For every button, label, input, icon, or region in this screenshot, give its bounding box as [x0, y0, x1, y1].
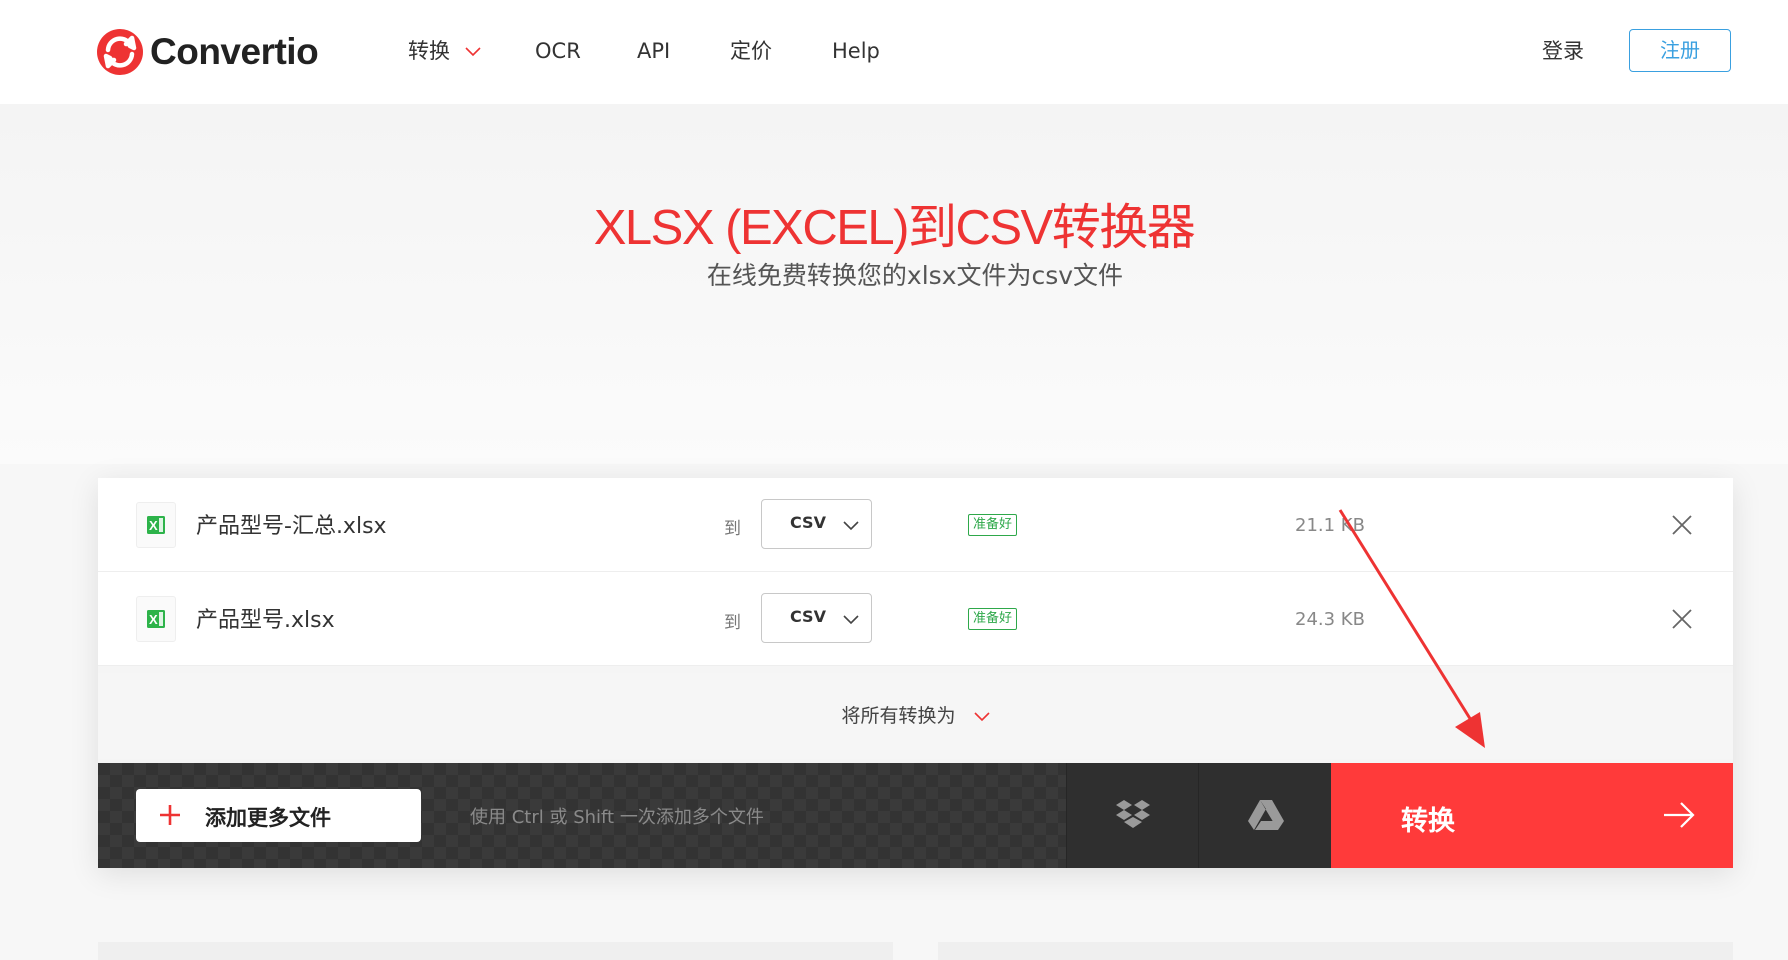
lower-card: [938, 942, 1733, 960]
status-badge: 准备好: [968, 608, 1018, 630]
multi-select-hint: 使用 Ctrl 或 Shift 一次添加多个文件: [470, 807, 764, 828]
nav-api[interactable]: API: [637, 36, 670, 66]
to-label: 到: [724, 613, 741, 633]
file-row: X 产品型号-汇总.xlsx 到 CSV 准备好 21.1 KB: [98, 478, 1733, 572]
svg-text:X: X: [149, 612, 158, 627]
format-select-value: CSV: [790, 607, 826, 626]
login-link[interactable]: 登录: [1542, 36, 1584, 66]
arrow-right-icon: [1664, 802, 1695, 828]
excel-file-icon: X: [136, 596, 176, 642]
page-title: XLSX (EXCEL)到CSV转换器: [593, 201, 1196, 255]
page-subtitle: 在线免费转换您的xlsx文件为csv文件: [706, 261, 1124, 290]
excel-file-icon: X: [136, 502, 176, 548]
convert-all-dropdown[interactable]: 将所有转换为: [98, 673, 1733, 759]
file-name: 产品型号-汇总.xlsx: [196, 514, 387, 539]
dropbox-button[interactable]: [1066, 763, 1199, 868]
chevron-down-icon: [843, 615, 859, 625]
action-bar: 添加更多文件 使用 Ctrl 或 Shift 一次添加多个文件 转换: [98, 763, 1733, 868]
chevron-down-icon: [973, 711, 990, 721]
nav-convert-label: 转换: [408, 39, 450, 63]
file-size: 24.3 KB: [1295, 609, 1365, 630]
close-icon[interactable]: [1670, 607, 1694, 631]
nav-convert[interactable]: 转换: [408, 36, 481, 66]
close-icon[interactable]: [1670, 513, 1694, 537]
lower-card: [98, 942, 893, 960]
nav-pricing[interactable]: 定价: [730, 36, 772, 66]
add-more-files-label: 添加更多文件: [205, 806, 331, 830]
logo-text: Convertio: [150, 31, 319, 72]
file-size: 21.1 KB: [1295, 515, 1365, 536]
chevron-down-icon: [465, 47, 481, 57]
google-drive-button[interactable]: [1198, 763, 1331, 868]
format-select-value: CSV: [790, 513, 826, 532]
site-header: Convertio 转换 OCR API 定价 Help 登录 注册: [0, 0, 1788, 105]
convert-button[interactable]: 转换: [1331, 763, 1733, 868]
svg-text:X: X: [149, 518, 158, 533]
to-label: 到: [724, 519, 741, 539]
file-name: 产品型号.xlsx: [196, 608, 335, 633]
add-more-files-button[interactable]: 添加更多文件: [136, 789, 421, 842]
format-select[interactable]: CSV: [761, 499, 872, 549]
convertio-logo[interactable]: Convertio: [96, 28, 319, 76]
file-panel: X 产品型号-汇总.xlsx 到 CSV 准备好 21.1 KB X 产品型号.…: [98, 478, 1733, 868]
google-drive-icon: [1248, 800, 1284, 830]
convertio-logo-icon: [97, 29, 143, 75]
file-row: X 产品型号.xlsx 到 CSV 准备好 24.3 KB: [98, 572, 1733, 666]
convert-button-label: 转换: [1401, 806, 1455, 837]
nav-help[interactable]: Help: [832, 36, 880, 66]
chevron-down-icon: [843, 521, 859, 531]
signup-button[interactable]: 注册: [1629, 29, 1731, 72]
plus-icon: [160, 805, 180, 825]
status-badge: 准备好: [968, 514, 1018, 536]
format-select[interactable]: CSV: [761, 593, 872, 643]
convert-all-label: 将所有转换为: [841, 705, 956, 727]
dropbox-icon: [1116, 800, 1150, 828]
nav-ocr[interactable]: OCR: [535, 36, 581, 66]
